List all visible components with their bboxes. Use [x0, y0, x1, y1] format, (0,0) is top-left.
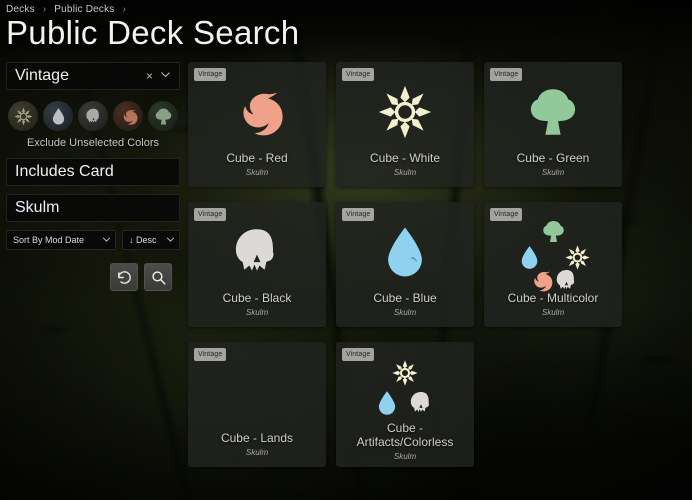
deck-title: Cube - Artifacts/Colorless: [356, 421, 454, 450]
skull-icon: [410, 392, 429, 412]
deck-author: Skulm: [541, 308, 565, 317]
chevron-down-icon: [102, 235, 111, 246]
deck-card-text: Cube - Multicolor Skulm: [484, 291, 622, 317]
deck-art: [484, 76, 622, 148]
format-filter[interactable]: Vintage ×: [6, 62, 180, 90]
sun-icon: [392, 360, 418, 386]
close-icon[interactable]: ×: [141, 70, 158, 82]
deck-art: [336, 356, 474, 428]
droplet-icon: [521, 246, 538, 269]
author-value: Skulm: [15, 199, 60, 216]
dragon-icon: [243, 92, 283, 136]
tree-icon: [155, 107, 171, 125]
deck-author: Skulm: [393, 308, 417, 317]
includes-card-value: Includes Card: [15, 163, 114, 180]
deck-card[interactable]: Vintage Cube - Green Skulm: [484, 62, 622, 187]
deck-art: [336, 216, 474, 288]
sort-direction-select[interactable]: ↓ Desc: [122, 230, 180, 250]
deck-author: Skulm: [245, 168, 269, 177]
deck-card[interactable]: Vintage Cube - Multicolor Skulm: [484, 202, 622, 327]
droplet-icon: [388, 227, 422, 277]
deck-results-grid: Vintage Cube - Red Skulm Vintage Cube - …: [188, 62, 684, 467]
sort-by-value: Sort By Mod Date: [13, 235, 85, 245]
deck-title: Cube - Green: [516, 151, 590, 166]
page-root: Decks › Public Decks › Public Deck Searc…: [0, 0, 692, 500]
deck-title: Cube - White: [369, 151, 441, 166]
deck-card-text: Cube - Black Skulm: [188, 291, 326, 317]
format-filter-value: Vintage: [15, 67, 69, 84]
deck-art: [188, 76, 326, 148]
skull-icon: [235, 229, 274, 271]
deck-author: Skulm: [393, 168, 417, 177]
author-input[interactable]: Skulm: [6, 194, 180, 222]
mana-filter-green[interactable]: [148, 101, 178, 131]
deck-author: Skulm: [245, 308, 269, 317]
reset-icon: [117, 270, 131, 284]
tree-icon: [543, 220, 564, 243]
chevron-down-icon[interactable]: [158, 69, 173, 83]
deck-card-text: Cube - Blue Skulm: [336, 291, 474, 317]
chevron-down-icon-2: [166, 235, 175, 246]
deck-title: Cube - Red: [226, 151, 288, 166]
sun-icon: [14, 107, 32, 125]
mana-symbol-cluster: [370, 360, 440, 424]
droplet-icon: [378, 391, 396, 415]
deck-card-text: Cube - Green Skulm: [484, 151, 622, 177]
sun-icon: [378, 85, 432, 139]
deck-title: Cube - Black: [222, 291, 292, 306]
sort-direction-value: ↓ Desc: [129, 235, 157, 245]
droplet-icon: [52, 107, 64, 125]
mana-symbol-cluster: [515, 219, 591, 292]
skull-icon: [556, 269, 575, 290]
deck-card-text: Cube - Lands Skulm: [188, 431, 326, 457]
deck-title: Cube - Multicolor: [507, 291, 599, 306]
deck-card[interactable]: Vintage Cube - Black Skulm: [188, 202, 326, 327]
mana-filter-red[interactable]: [113, 101, 143, 131]
deck-card[interactable]: Vintage Cube - Artifacts/Colorless Skulm: [336, 342, 474, 467]
includes-card-input[interactable]: Includes Card: [6, 158, 180, 186]
tree-icon: [530, 89, 576, 135]
deck-art: [188, 356, 326, 428]
sort-by-select[interactable]: Sort By Mod Date: [6, 230, 116, 250]
mana-color-filter-row: [6, 98, 180, 131]
deck-card[interactable]: Vintage Cube - Red Skulm: [188, 62, 326, 187]
dragon-icon: [534, 271, 553, 292]
deck-card-text: Cube - White Skulm: [336, 151, 474, 177]
deck-author: Skulm: [245, 448, 269, 457]
mana-filter-blue[interactable]: [43, 101, 73, 131]
sort-controls: Sort By Mod Date ↓ Desc: [6, 230, 180, 250]
deck-art: [188, 216, 326, 288]
deck-art: [336, 76, 474, 148]
deck-title: Cube - Blue: [373, 291, 437, 306]
deck-card[interactable]: Vintage Cube - Lands Skulm: [188, 342, 326, 467]
mana-filter-black[interactable]: [78, 101, 108, 131]
deck-title: Cube - Lands: [220, 431, 294, 446]
reset-button[interactable]: [110, 263, 138, 291]
deck-author: Skulm: [393, 452, 417, 461]
deck-card[interactable]: Vintage Cube - Blue Skulm: [336, 202, 474, 327]
deck-art: [484, 216, 622, 292]
search-icon: [151, 270, 166, 285]
deck-author: Skulm: [541, 168, 565, 177]
skull-icon: [85, 108, 99, 122]
dragon-icon: [123, 109, 138, 125]
deck-card[interactable]: Vintage Cube - White Skulm: [336, 62, 474, 187]
deck-card-text: Cube - Artifacts/Colorless Skulm: [336, 422, 474, 461]
mana-filter-white[interactable]: [8, 101, 38, 131]
page-title: Public Deck Search: [6, 14, 300, 51]
search-button[interactable]: [144, 263, 172, 291]
deck-card-text: Cube - Red Skulm: [188, 151, 326, 177]
exclude-unselected-colors-label: Exclude Unselected Colors: [26, 137, 160, 149]
search-filters-sidebar: Vintage × Exclude Unselected Colors Incl…: [6, 62, 180, 291]
sun-icon: [565, 245, 590, 270]
search-actions: [6, 263, 180, 291]
